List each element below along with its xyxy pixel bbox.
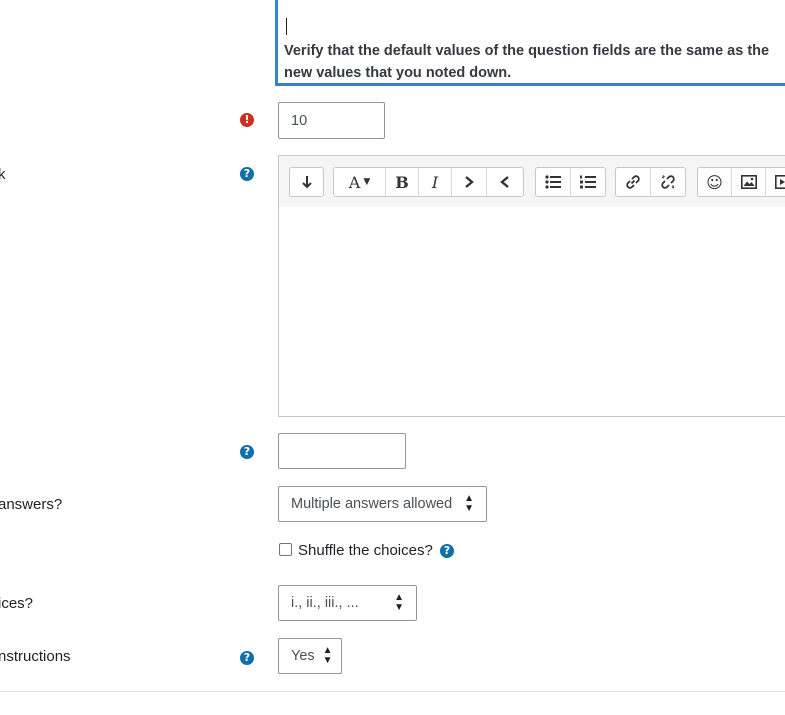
bullet-list-icon[interactable] — [536, 168, 571, 196]
help-icon[interactable]: ? — [240, 167, 254, 181]
toolbar-group-1 — [289, 167, 324, 197]
toolbar-group-5: ☺ — [697, 167, 785, 197]
indent-icon[interactable] — [452, 168, 487, 196]
shuffle-label: Shuffle the choices? — [298, 542, 433, 559]
link-icon[interactable] — [616, 168, 651, 196]
toolbar-group-4 — [615, 167, 686, 197]
outdent-icon[interactable] — [487, 168, 523, 196]
shuffle-checkbox[interactable] — [279, 543, 292, 556]
id-number-input[interactable] — [278, 433, 406, 469]
default-mark-input[interactable]: 10 — [278, 102, 385, 139]
italic-icon[interactable]: I — [419, 168, 452, 196]
select-arrows-icon: ▲ ▼ — [322, 645, 333, 666]
numbered-list-icon[interactable] — [571, 168, 605, 196]
insert-line-icon[interactable] — [290, 168, 323, 196]
default-mark-value: 10 — [291, 112, 308, 129]
required-icon: ! — [240, 113, 254, 127]
bold-icon[interactable]: B — [386, 168, 419, 196]
single-answer-label: answers? — [0, 496, 63, 513]
help-icon[interactable]: ? — [240, 445, 254, 459]
image-icon[interactable] — [732, 168, 766, 196]
select-arrows-icon: ▲ ▼ — [464, 493, 474, 514]
help-icon[interactable]: ? — [240, 651, 254, 665]
font-color-icon[interactable]: A ▼ — [334, 168, 386, 196]
select-arrows-icon: ▲ ▼ — [394, 592, 404, 613]
general-feedback-label: k — [0, 166, 6, 183]
question-text-editor[interactable]: Verify that the default values of the qu… — [275, 0, 785, 86]
help-icon[interactable]: ? — [440, 544, 454, 558]
numbering-label: ices? — [0, 595, 34, 612]
emoji-icon[interactable]: ☺ — [698, 168, 732, 196]
toolbar-group-3 — [535, 167, 606, 197]
single-answer-select[interactable]: Multiple answers allowed ▲ ▼ — [278, 486, 487, 522]
media-icon[interactable] — [766, 168, 785, 196]
show-instructions-select[interactable]: Yes ▲ ▼ — [278, 638, 342, 674]
unlink-icon[interactable] — [651, 168, 685, 196]
numbering-select[interactable]: i., ii., iii., ... ▲ ▼ — [278, 585, 417, 621]
general-feedback-editor[interactable] — [278, 207, 785, 417]
section-divider — [0, 691, 785, 692]
question-text-content: Verify that the default values of the qu… — [284, 43, 770, 81]
text-caret — [286, 18, 287, 35]
editor-toolbar: A ▼ B I ☺ — [278, 155, 785, 208]
show-instructions-label: nstructions — [0, 648, 71, 665]
toolbar-group-2: A ▼ B I — [333, 167, 524, 197]
